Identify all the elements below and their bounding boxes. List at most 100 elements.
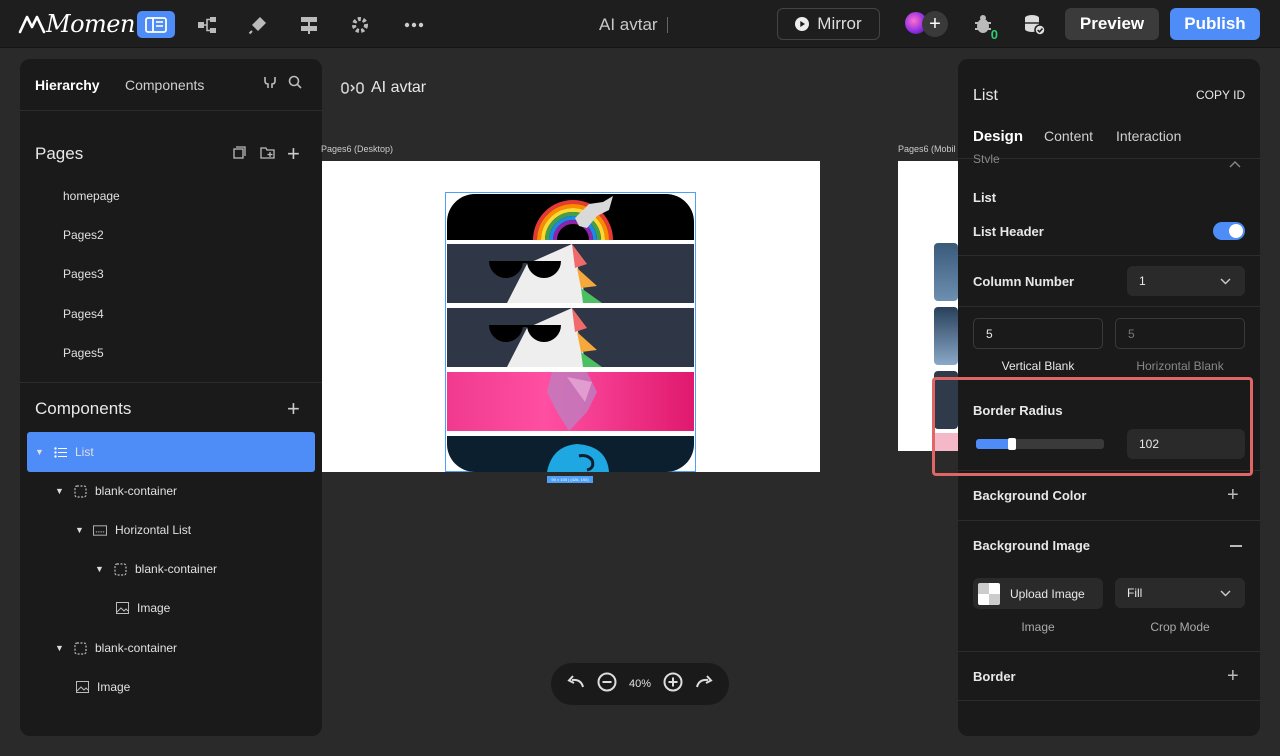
zoom-out-icon[interactable] <box>597 672 617 697</box>
list-item-image <box>447 436 694 472</box>
database-button[interactable] <box>1022 12 1048 38</box>
copy-id-button[interactable]: COPY ID <box>1196 88 1245 102</box>
pages-panel-button[interactable] <box>137 11 175 38</box>
add-border-icon[interactable]: + <box>1227 665 1239 688</box>
title-divider <box>667 17 668 33</box>
add-folder-icon[interactable] <box>260 146 275 164</box>
chevron-up-icon[interactable] <box>1229 155 1241 173</box>
tree-item-blank-container[interactable]: ▼ blank-container <box>27 471 315 511</box>
canvas-title-text: AI avtar <box>371 79 427 96</box>
flow-icon <box>301 16 317 34</box>
zoom-level: 40% <box>628 678 651 690</box>
actions-button[interactable] <box>290 11 328 38</box>
tab-hierarchy[interactable]: Hierarchy <box>35 77 100 93</box>
border-radius-highlight <box>932 377 1253 476</box>
redo-icon[interactable] <box>695 674 713 694</box>
mobile-list-image <box>934 243 958 301</box>
caret-down-icon[interactable]: ▼ <box>55 643 67 653</box>
border-label: Border <box>973 669 1016 684</box>
left-panel: Hierarchy Components Pages + homepage Pa… <box>20 59 322 736</box>
image-icon <box>115 601 129 615</box>
add-component-icon[interactable]: + <box>287 396 300 422</box>
tree-item-label: blank-container <box>135 562 218 576</box>
tree-item-label: Horizontal List <box>115 523 192 537</box>
column-number-value: 1 <box>1139 274 1146 288</box>
collapse-background-image-icon[interactable] <box>1230 545 1242 547</box>
zoom-in-icon[interactable] <box>663 672 683 697</box>
add-page-icon[interactable]: + <box>287 141 300 167</box>
list-item-image <box>447 244 694 303</box>
preview-button[interactable]: Preview <box>1065 8 1159 40</box>
page-item[interactable]: Pages5 <box>63 346 104 360</box>
background-image-label: Background Image <box>973 538 1091 553</box>
play-circle-icon <box>795 17 810 31</box>
tree-item-horizontal-list[interactable]: ▼ Horizontal List <box>27 510 315 550</box>
page-item[interactable]: Pages4 <box>63 307 104 321</box>
caret-down-icon[interactable]: ▼ <box>35 447 47 457</box>
more-button[interactable] <box>395 11 433 38</box>
vertical-blank-value: 5 <box>986 326 993 341</box>
tab-design[interactable]: Design <box>973 128 1023 145</box>
page-item[interactable]: Pages2 <box>63 228 104 242</box>
list-item-image <box>447 194 694 240</box>
style-section-header[interactable]: Style <box>973 147 1243 163</box>
tab-components[interactable]: Components <box>125 77 204 93</box>
plug-icon <box>248 16 266 34</box>
github-icon[interactable] <box>263 75 277 94</box>
data-model-button[interactable] <box>188 11 226 38</box>
caret-down-icon[interactable]: ▼ <box>75 525 87 535</box>
tree-item-label: List <box>75 445 94 459</box>
selection-size-tag: 90 × 100 | (426, 192) <box>547 476 593 483</box>
tree-item-list[interactable]: ▼ List <box>27 432 315 472</box>
add-background-color-icon[interactable]: + <box>1227 484 1239 507</box>
page-item[interactable]: homepage <box>63 189 120 203</box>
layout-icon <box>145 16 167 33</box>
background-color-label: Background Color <box>973 488 1087 503</box>
momen-logo[interactable]: Momen <box>18 9 135 39</box>
hierarchy-icon <box>198 16 216 33</box>
zoom-toolbar: 40% <box>551 663 729 705</box>
tree-item-blank-container[interactable]: ▼ blank-container <box>27 549 315 589</box>
search-icon[interactable] <box>288 75 302 94</box>
vertical-blank-input[interactable]: 5 <box>973 318 1103 349</box>
style-section-label: Style <box>973 152 1000 163</box>
database-check-icon <box>1025 15 1046 36</box>
tree-item-label: blank-container <box>95 484 178 498</box>
tab-content[interactable]: Content <box>1044 128 1093 144</box>
list-header-label: List Header <box>973 224 1044 239</box>
column-number-select[interactable]: 1 <box>1127 266 1245 296</box>
publish-button[interactable]: Publish <box>1170 8 1260 40</box>
list-header-toggle[interactable] <box>1213 222 1245 240</box>
logo-mark-icon <box>18 15 46 34</box>
list-item-image <box>447 308 694 367</box>
column-number-label: Column Number <box>973 274 1075 289</box>
page-item[interactable]: Pages3 <box>63 267 104 281</box>
tree-item-label: Image <box>137 601 171 615</box>
caret-down-icon[interactable]: ▼ <box>55 486 67 496</box>
components-section-title: Components <box>35 399 132 418</box>
settings-button[interactable] <box>341 11 379 38</box>
selected-list-component[interactable] <box>445 192 696 472</box>
upload-image-button[interactable]: Upload Image <box>973 578 1103 609</box>
mirror-button[interactable]: Mirror <box>777 8 880 40</box>
add-collaborator-button[interactable]: + <box>922 11 948 37</box>
mobile-list-image <box>934 307 958 365</box>
tree-item-image[interactable]: Image <box>27 588 315 628</box>
duplicate-page-icon[interactable] <box>233 146 246 164</box>
horizontal-blank-caption: Horizontal Blank <box>1136 359 1224 373</box>
tree-item-label: Image <box>97 680 131 694</box>
list-preview <box>447 194 694 472</box>
tab-interaction[interactable]: Interaction <box>1116 128 1181 144</box>
tree-item-image[interactable]: Image <box>27 667 315 707</box>
undo-icon[interactable] <box>567 674 585 694</box>
caret-down-icon[interactable]: ▼ <box>95 564 107 574</box>
tree-item-blank-container[interactable]: ▼ blank-container <box>27 628 315 668</box>
left-panel-tabs: Hierarchy Components <box>20 59 322 111</box>
plugins-button[interactable] <box>239 11 277 38</box>
section-divider <box>958 700 1260 701</box>
horizontal-blank-input[interactable]: 5 <box>1115 318 1245 349</box>
project-title[interactable]: AI avtar <box>599 15 658 35</box>
chevron-down-icon <box>1220 590 1231 597</box>
debug-button[interactable]: 0 <box>970 12 998 42</box>
crop-mode-select[interactable]: Fill <box>1115 578 1245 608</box>
